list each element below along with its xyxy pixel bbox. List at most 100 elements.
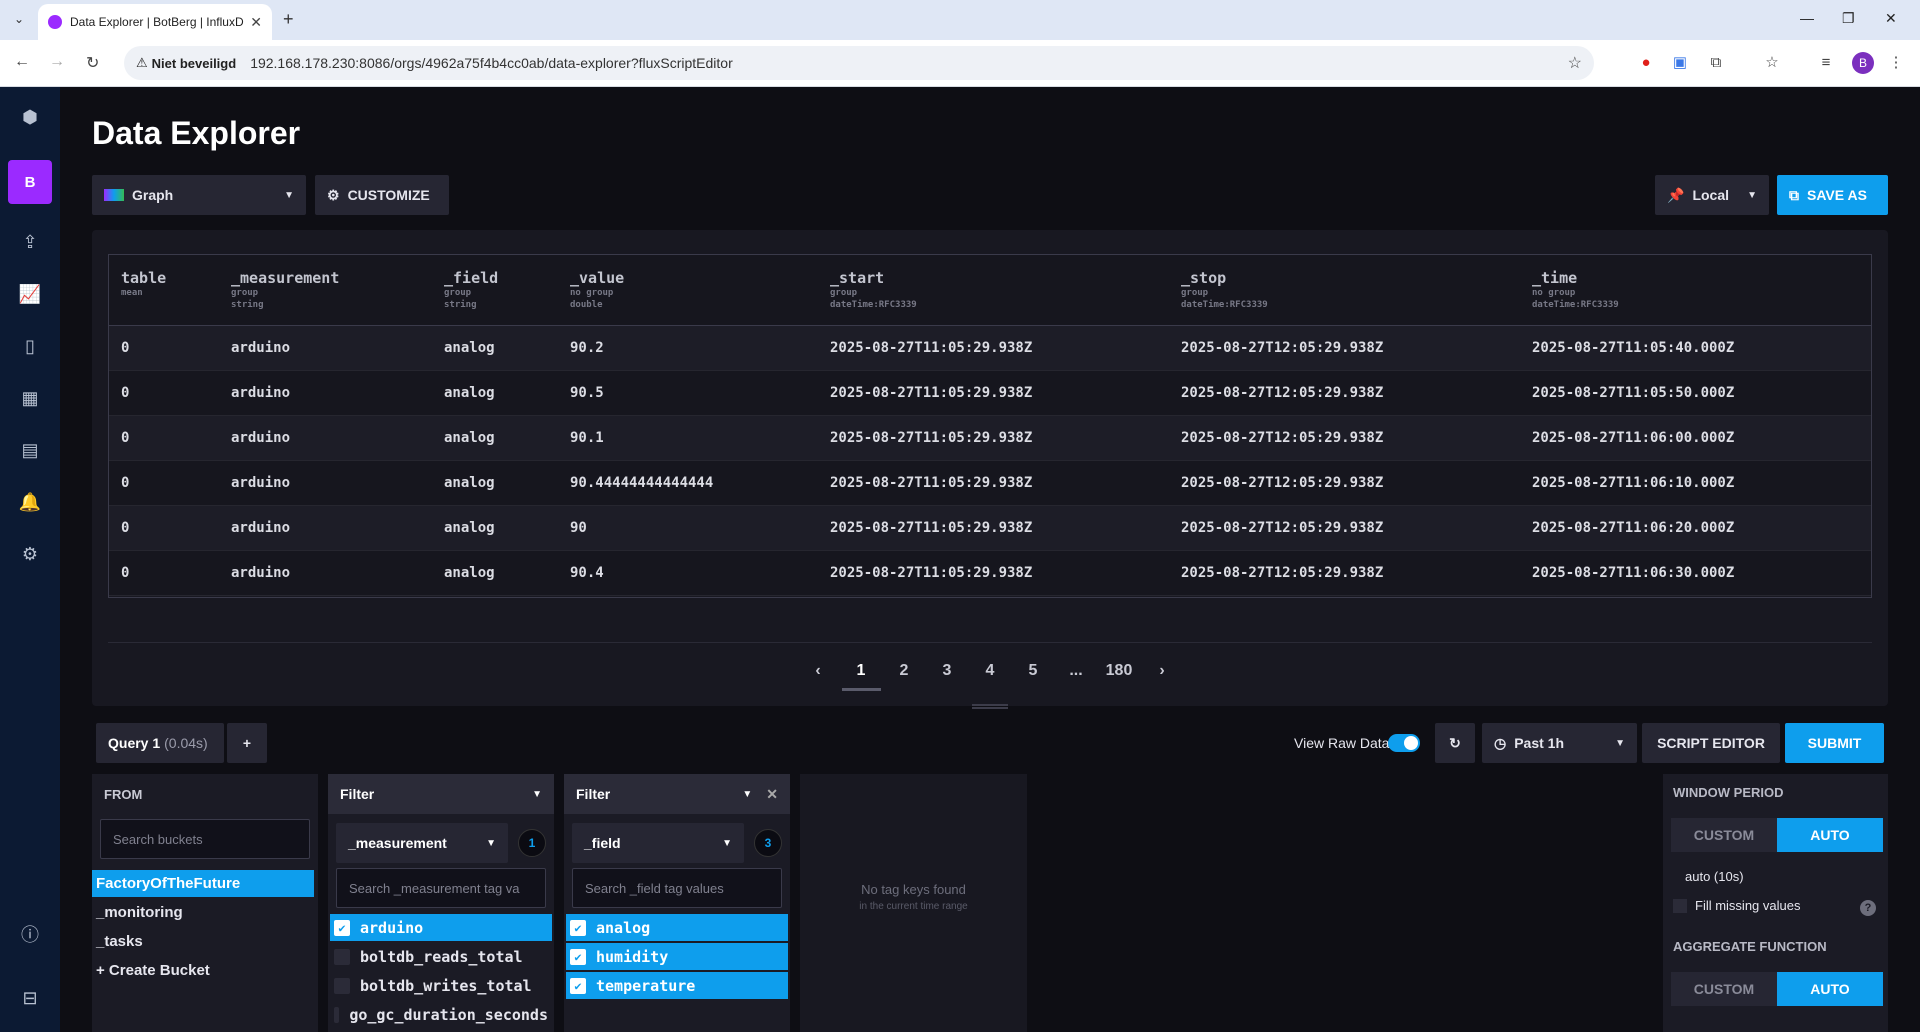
window-close-icon[interactable]: ✕ xyxy=(1885,10,1897,27)
tag-value-search-input[interactable]: Search _field tag values xyxy=(572,868,782,908)
browser-tab[interactable]: Data Explorer | BotBerg | InfluxD ✕ xyxy=(38,4,272,40)
script-editor-button[interactable]: SCRIPT EDITOR xyxy=(1642,723,1780,763)
gear-icon[interactable]: ⚙ xyxy=(0,532,60,576)
visualization-type-dropdown[interactable]: Graph ▼ xyxy=(92,175,306,215)
upload-icon[interactable]: ⇪ xyxy=(0,220,60,264)
tab-close-icon[interactable]: ✕ xyxy=(250,14,262,31)
page-5[interactable]: 5 xyxy=(1012,662,1055,680)
checkbox-icon[interactable]: ✔ xyxy=(334,919,350,936)
from-header: FROM xyxy=(104,786,143,802)
window-auto-button[interactable]: AUTO xyxy=(1777,818,1883,852)
collapse-nav-icon[interactable]: ⊟ xyxy=(0,976,60,1020)
warning-icon[interactable]: ⚠ xyxy=(136,55,148,71)
back-icon[interactable]: ← xyxy=(14,53,30,71)
page-1[interactable]: 1 xyxy=(840,662,883,691)
opera-extension-icon[interactable]: ● xyxy=(1636,52,1656,72)
chevron-down-icon: ▼ xyxy=(532,788,542,800)
security-label[interactable]: Niet beveiligd xyxy=(152,56,237,71)
prev-page-icon[interactable]: ‹ xyxy=(797,662,840,680)
notebook-icon[interactable]: ▯ xyxy=(0,324,60,368)
checkbox-icon[interactable] xyxy=(334,1006,340,1023)
restore-icon[interactable]: ❐ xyxy=(1842,10,1855,27)
panel-resize-handle[interactable] xyxy=(972,704,1008,709)
graph-icon[interactable]: 📈 xyxy=(0,272,60,316)
translate-extension-icon[interactable]: ▣ xyxy=(1670,52,1690,72)
forward-icon[interactable]: → xyxy=(49,53,65,71)
bucket-item[interactable]: FactoryOfTheFuture xyxy=(92,870,314,897)
page-4[interactable]: 4 xyxy=(969,662,1012,680)
address-bar[interactable]: ⚠ Niet beveiligd 192.168.178.230:8086/or… xyxy=(124,46,1594,80)
bell-icon[interactable]: 🔔 xyxy=(0,480,60,524)
media-control-icon[interactable]: ≡ xyxy=(1816,52,1836,72)
tag-value-item[interactable]: boltdb_writes_total xyxy=(330,972,552,999)
aggregate-custom-button[interactable]: CUSTOM xyxy=(1671,972,1777,1006)
refresh-button[interactable]: ↻ xyxy=(1435,723,1475,763)
table-cell: 2025-08-27T12:05:29.938Z xyxy=(1169,460,1520,506)
create-bucket-link[interactable]: + Create Bucket xyxy=(92,957,314,984)
table-cell: arduino xyxy=(219,325,432,371)
tag-value-search-input[interactable]: Search _measurement tag va xyxy=(336,868,546,908)
table-cell: analog xyxy=(432,370,558,416)
bucket-search-input[interactable]: Search buckets xyxy=(100,819,310,859)
tag-value-item[interactable]: ✔ humidity xyxy=(566,943,788,970)
influx-logo-icon[interactable]: ⬢ xyxy=(0,95,60,139)
minimize-icon[interactable]: — xyxy=(1800,10,1814,26)
reload-icon[interactable]: ↻ xyxy=(86,53,99,73)
query-tab[interactable]: Query 1 (0.04s) xyxy=(96,723,224,763)
page-2[interactable]: 2 xyxy=(883,662,926,680)
tag-key-dropdown[interactable]: _measurement ▼ xyxy=(336,823,508,863)
tag-key-dropdown[interactable]: _field ▼ xyxy=(572,823,744,863)
calendar-icon[interactable]: ▤ xyxy=(0,428,60,472)
column-header[interactable]: _start group dateTime:RFC3339 xyxy=(818,255,1169,326)
help-icon[interactable]: ⓘ xyxy=(0,912,60,956)
column-header[interactable]: _stop group dateTime:RFC3339 xyxy=(1169,255,1520,326)
bookmarks-icon[interactable]: ☆ xyxy=(1762,52,1782,72)
remove-filter-icon[interactable]: ✕ xyxy=(766,786,778,803)
column-header[interactable]: _value no group double xyxy=(558,255,818,326)
tag-value-item[interactable]: boltdb_reads_total xyxy=(330,943,552,970)
checkbox-icon[interactable]: ✔ xyxy=(570,977,586,994)
add-query-button[interactable]: + xyxy=(227,723,267,763)
checkbox-icon[interactable] xyxy=(1673,898,1687,913)
url-text[interactable]: 192.168.178.230:8086/orgs/4962a75f4b4cc0… xyxy=(250,55,1567,71)
browser-toolbar: ← → ↻ ⚠ Niet beveiligd 192.168.178.230:8… xyxy=(0,40,1920,87)
next-page-icon[interactable]: › xyxy=(1141,662,1184,680)
extensions-puzzle-icon[interactable]: ⧉ xyxy=(1706,52,1726,72)
bucket-item[interactable]: _tasks xyxy=(92,928,314,955)
page-last[interactable]: 180 xyxy=(1098,662,1141,680)
tag-value-item[interactable]: ✔ temperature xyxy=(566,972,788,999)
dashboard-icon[interactable]: ▦ xyxy=(0,376,60,420)
filter-function-dropdown[interactable]: Filter ▼ xyxy=(328,774,554,814)
new-tab-button[interactable]: + xyxy=(283,9,294,30)
column-header[interactable]: _field group string xyxy=(432,255,558,326)
window-custom-button[interactable]: CUSTOM xyxy=(1671,818,1777,852)
view-raw-data-toggle[interactable] xyxy=(1388,734,1420,752)
time-range-dropdown[interactable]: ◷ Past 1h ▼ xyxy=(1482,723,1637,763)
customize-button[interactable]: ⚙ CUSTOMIZE xyxy=(315,175,449,215)
fill-missing-option[interactable]: Fill missing values xyxy=(1673,898,1800,913)
table-cell: 2025-08-27T11:05:29.938Z xyxy=(818,415,1169,461)
column-header[interactable]: _measurement group string xyxy=(219,255,432,326)
tag-value-item[interactable]: ✔ analog xyxy=(566,914,788,941)
submit-button[interactable]: SUBMIT xyxy=(1785,723,1884,763)
column-header[interactable]: table mean xyxy=(109,255,219,326)
tag-value-item[interactable]: ✔ arduino xyxy=(330,914,552,941)
checkbox-icon[interactable]: ✔ xyxy=(570,948,586,965)
aggregate-auto-button[interactable]: AUTO xyxy=(1777,972,1883,1006)
browser-menu-icon[interactable]: ⋮ xyxy=(1886,52,1906,72)
column-header[interactable]: _time no group dateTime:RFC3339 xyxy=(1520,255,1871,326)
checkbox-icon[interactable] xyxy=(334,948,350,965)
tag-value-item[interactable]: go_gc_duration_seconds xyxy=(330,1001,552,1028)
save-as-button[interactable]: ⧉ SAVE AS xyxy=(1777,175,1888,215)
bookmark-star-icon[interactable]: ☆ xyxy=(1568,53,1582,73)
checkbox-icon[interactable]: ✔ xyxy=(570,919,586,936)
checkbox-icon[interactable] xyxy=(334,977,350,994)
page-3[interactable]: 3 xyxy=(926,662,969,680)
org-avatar[interactable]: B xyxy=(8,160,52,204)
timezone-dropdown[interactable]: 📌 Local ▼ xyxy=(1655,175,1769,215)
tab-search-icon[interactable]: ⌄ xyxy=(8,8,30,30)
bucket-item[interactable]: _monitoring xyxy=(92,899,314,926)
filter-function-dropdown[interactable]: Filter ▼ ✕ xyxy=(564,774,790,814)
help-icon[interactable]: ? xyxy=(1860,900,1876,916)
profile-avatar[interactable]: B xyxy=(1852,52,1874,74)
